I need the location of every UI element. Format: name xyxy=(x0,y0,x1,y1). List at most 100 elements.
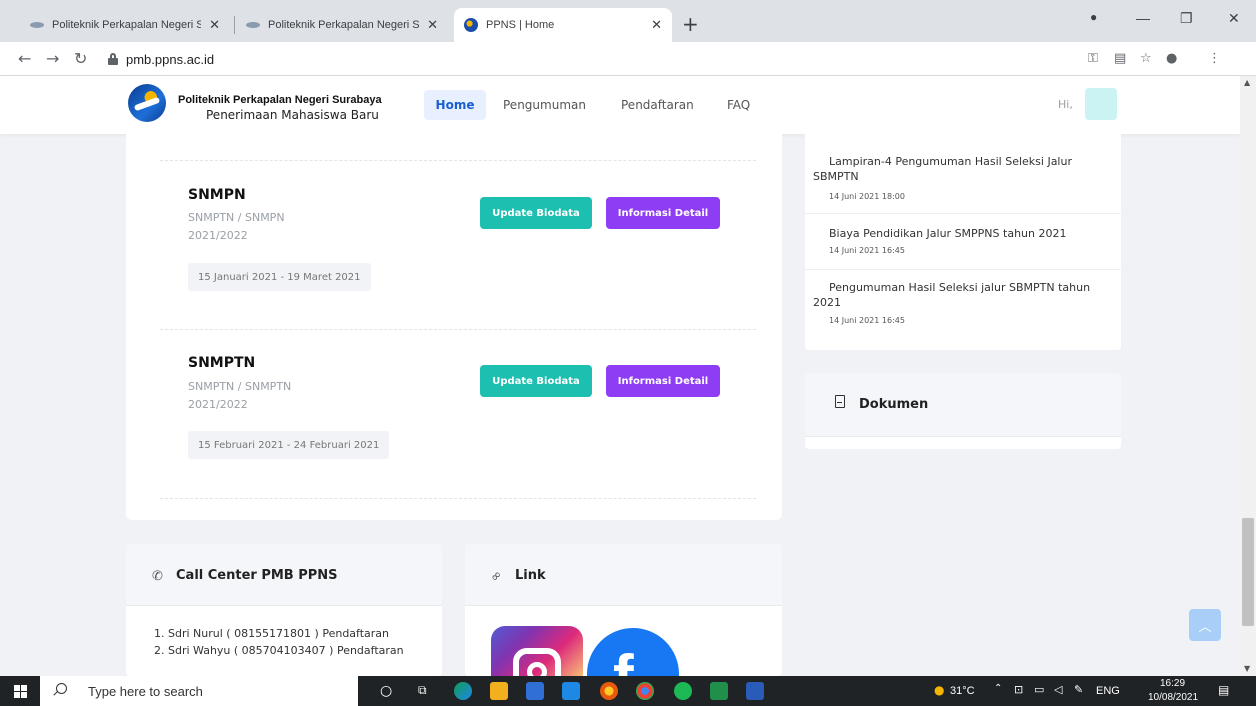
task-view-icon[interactable]: ⧉ xyxy=(418,683,427,698)
browser-profile-icon[interactable]: ● xyxy=(1090,10,1097,24)
ppns-logo-icon[interactable] xyxy=(128,84,166,122)
phone-icon: ✆ xyxy=(152,569,163,584)
spotify-icon[interactable] xyxy=(674,682,692,700)
call-center-title: Call Center PMB PPNS xyxy=(176,568,338,583)
clock-date[interactable]: 10/08/2021 xyxy=(1148,692,1198,703)
windows-taskbar: Type here to search ○ ⧉ ● 31°C ⌃ ⊡ ▭ ◁ ✎… xyxy=(0,676,1256,706)
scroll-thumb[interactable] xyxy=(1242,518,1254,626)
mail-icon[interactable] xyxy=(562,682,580,700)
card-header xyxy=(465,544,782,606)
notification-icon[interactable]: ▤ xyxy=(1218,683,1229,697)
minimize-icon[interactable]: — xyxy=(1136,10,1150,26)
menu-kebab-icon[interactable]: ⋮ xyxy=(1208,51,1221,66)
new-tab-icon[interactable]: + xyxy=(682,14,699,34)
tab-favicon-icon xyxy=(464,18,478,32)
update-biodata-button[interactable]: Update Biodata xyxy=(480,365,592,397)
nav-faq[interactable]: FAQ xyxy=(727,98,750,112)
announcement-item[interactable]: Lampiran-4 Pengumuman Hasil Seleksi Jalu… xyxy=(805,134,1121,214)
tab-close-icon[interactable]: ✕ xyxy=(209,17,220,33)
nav-home[interactable]: Home xyxy=(424,90,486,120)
chrome-icon[interactable] xyxy=(636,682,654,700)
tab-close-icon[interactable]: ✕ xyxy=(427,17,438,33)
announcement-time: 14 Juni 2021 18:00 xyxy=(829,192,905,201)
language-indicator[interactable]: ENG xyxy=(1096,685,1120,697)
announcement-item[interactable]: Biaya Pendidikan Jalur SMPPNS tahun 2021… xyxy=(805,214,1121,270)
weather-temperature[interactable]: 31°C xyxy=(950,685,975,697)
scroll-up-icon[interactable]: ▲ xyxy=(1244,78,1250,87)
link-title: Link xyxy=(515,568,546,583)
documents-card: Dokumen xyxy=(805,373,1121,449)
tab-close-icon[interactable]: ✕ xyxy=(651,17,662,33)
tab-separator xyxy=(234,16,235,34)
reload-icon[interactable]: ↻ xyxy=(74,49,87,68)
firefox-icon[interactable] xyxy=(600,682,618,700)
close-window-icon[interactable]: ✕ xyxy=(1228,10,1240,27)
maximize-icon[interactable]: ❐ xyxy=(1180,10,1193,27)
browser-tab-1[interactable]: Politeknik Perkapalan Negeri Sura ✕ xyxy=(20,8,230,42)
divider xyxy=(160,329,756,330)
call-center-card: ✆ Call Center PMB PPNS 1. Sdri Nurul ( 0… xyxy=(126,544,442,676)
pen-icon[interactable]: ✎ xyxy=(1074,683,1083,696)
program-path: SNMPTN / SNMPN xyxy=(188,211,285,224)
announcement-title[interactable]: Biaya Pendidikan Jalur SMPPNS tahun 2021 xyxy=(813,226,1109,241)
translate-icon[interactable]: ▤ xyxy=(1114,51,1126,66)
program-name: SNMPTN xyxy=(188,355,256,371)
program-year: 2021/2022 xyxy=(188,398,248,411)
back-to-top-button[interactable]: ︿ xyxy=(1189,609,1221,641)
instagram-icon[interactable] xyxy=(491,626,583,676)
taskbar-search-placeholder: Type here to search xyxy=(88,684,203,699)
bookmark-star-icon[interactable]: ☆ xyxy=(1140,51,1152,66)
network-icon[interactable]: ⊡ xyxy=(1014,683,1023,696)
informasi-detail-button[interactable]: Informasi Detail xyxy=(606,365,720,397)
card-header xyxy=(805,373,1121,437)
announcement-time: 14 Juni 2021 16:45 xyxy=(829,246,905,255)
user-greeting: Hi, xyxy=(1058,98,1073,111)
program-name: SNMPN xyxy=(188,187,246,203)
tab-favicon-icon xyxy=(30,22,44,28)
program-period: 15 Februari 2021 - 24 Februari 2021 xyxy=(188,431,390,459)
word-icon[interactable] xyxy=(746,682,764,700)
url-field[interactable]: pmb.ppns.ac.id xyxy=(100,46,1190,72)
nav-pendaftaran[interactable]: Pendaftaran xyxy=(621,98,694,112)
weather-icon[interactable]: ● xyxy=(934,683,944,697)
tab-title: Politeknik Perkapalan Negeri Sura xyxy=(268,19,420,31)
excel-icon[interactable] xyxy=(710,682,728,700)
store-icon[interactable] xyxy=(526,682,544,700)
scroll-down-icon[interactable]: ▼ xyxy=(1244,664,1250,673)
link-card: ∞ Link f xyxy=(465,544,782,676)
profile-icon[interactable]: ● xyxy=(1166,51,1177,66)
call-center-line: 2. Sdri Wahyu ( 085704103407 ) Pendaftar… xyxy=(154,644,404,657)
user-avatar[interactable] xyxy=(1085,88,1117,120)
battery-icon[interactable]: ▭ xyxy=(1034,683,1044,696)
browser-tab-2[interactable]: Politeknik Perkapalan Negeri Sura ✕ xyxy=(236,8,448,42)
tab-favicon-icon xyxy=(246,22,260,28)
windows-start-icon[interactable] xyxy=(14,685,27,698)
cortana-icon[interactable]: ○ xyxy=(380,683,392,699)
edge-browser-icon[interactable] xyxy=(454,682,472,700)
browser-tab-strip: Politeknik Perkapalan Negeri Sura ✕ Poli… xyxy=(0,0,1256,42)
volume-icon[interactable]: ◁ xyxy=(1054,683,1062,696)
announcement-title[interactable]: Pengumuman Hasil Seleksi jalur SBMPTN ta… xyxy=(813,280,1109,310)
announcement-item[interactable]: Pengumuman Hasil Seleksi jalur SBMPTN ta… xyxy=(805,270,1121,350)
key-icon[interactable]: ⚿ xyxy=(1088,51,1098,66)
facebook-icon[interactable]: f xyxy=(587,628,679,676)
documents-title: Dokumen xyxy=(859,397,929,412)
forward-arrow-icon[interactable]: → xyxy=(46,49,59,68)
search-icon xyxy=(56,683,67,694)
informasi-detail-button[interactable]: Informasi Detail xyxy=(606,197,720,229)
lock-icon[interactable] xyxy=(108,53,118,65)
taskbar-search-input[interactable]: Type here to search xyxy=(40,676,358,706)
brand-tagline: Penerimaan Mahasiswa Baru xyxy=(206,108,379,122)
update-biodata-button[interactable]: Update Biodata xyxy=(480,197,592,229)
file-explorer-icon[interactable] xyxy=(490,682,508,700)
tab-title: Politeknik Perkapalan Negeri Sura xyxy=(52,19,202,31)
nav-pengumuman[interactable]: Pengumuman xyxy=(503,98,586,112)
program-path: SNMPTN / SNMPTN xyxy=(188,380,292,393)
browser-tab-active[interactable]: PPNS | Home ✕ xyxy=(454,8,672,42)
clock-time[interactable]: 16:29 xyxy=(1160,678,1185,689)
brand-name: Politeknik Perkapalan Negeri Surabaya xyxy=(178,94,382,106)
announcement-title[interactable]: Lampiran-4 Pengumuman Hasil Seleksi Jalu… xyxy=(813,154,1109,184)
tray-chevron-up-icon[interactable]: ⌃ xyxy=(994,683,1002,694)
back-arrow-icon[interactable]: ← xyxy=(18,49,31,68)
divider xyxy=(160,498,756,499)
